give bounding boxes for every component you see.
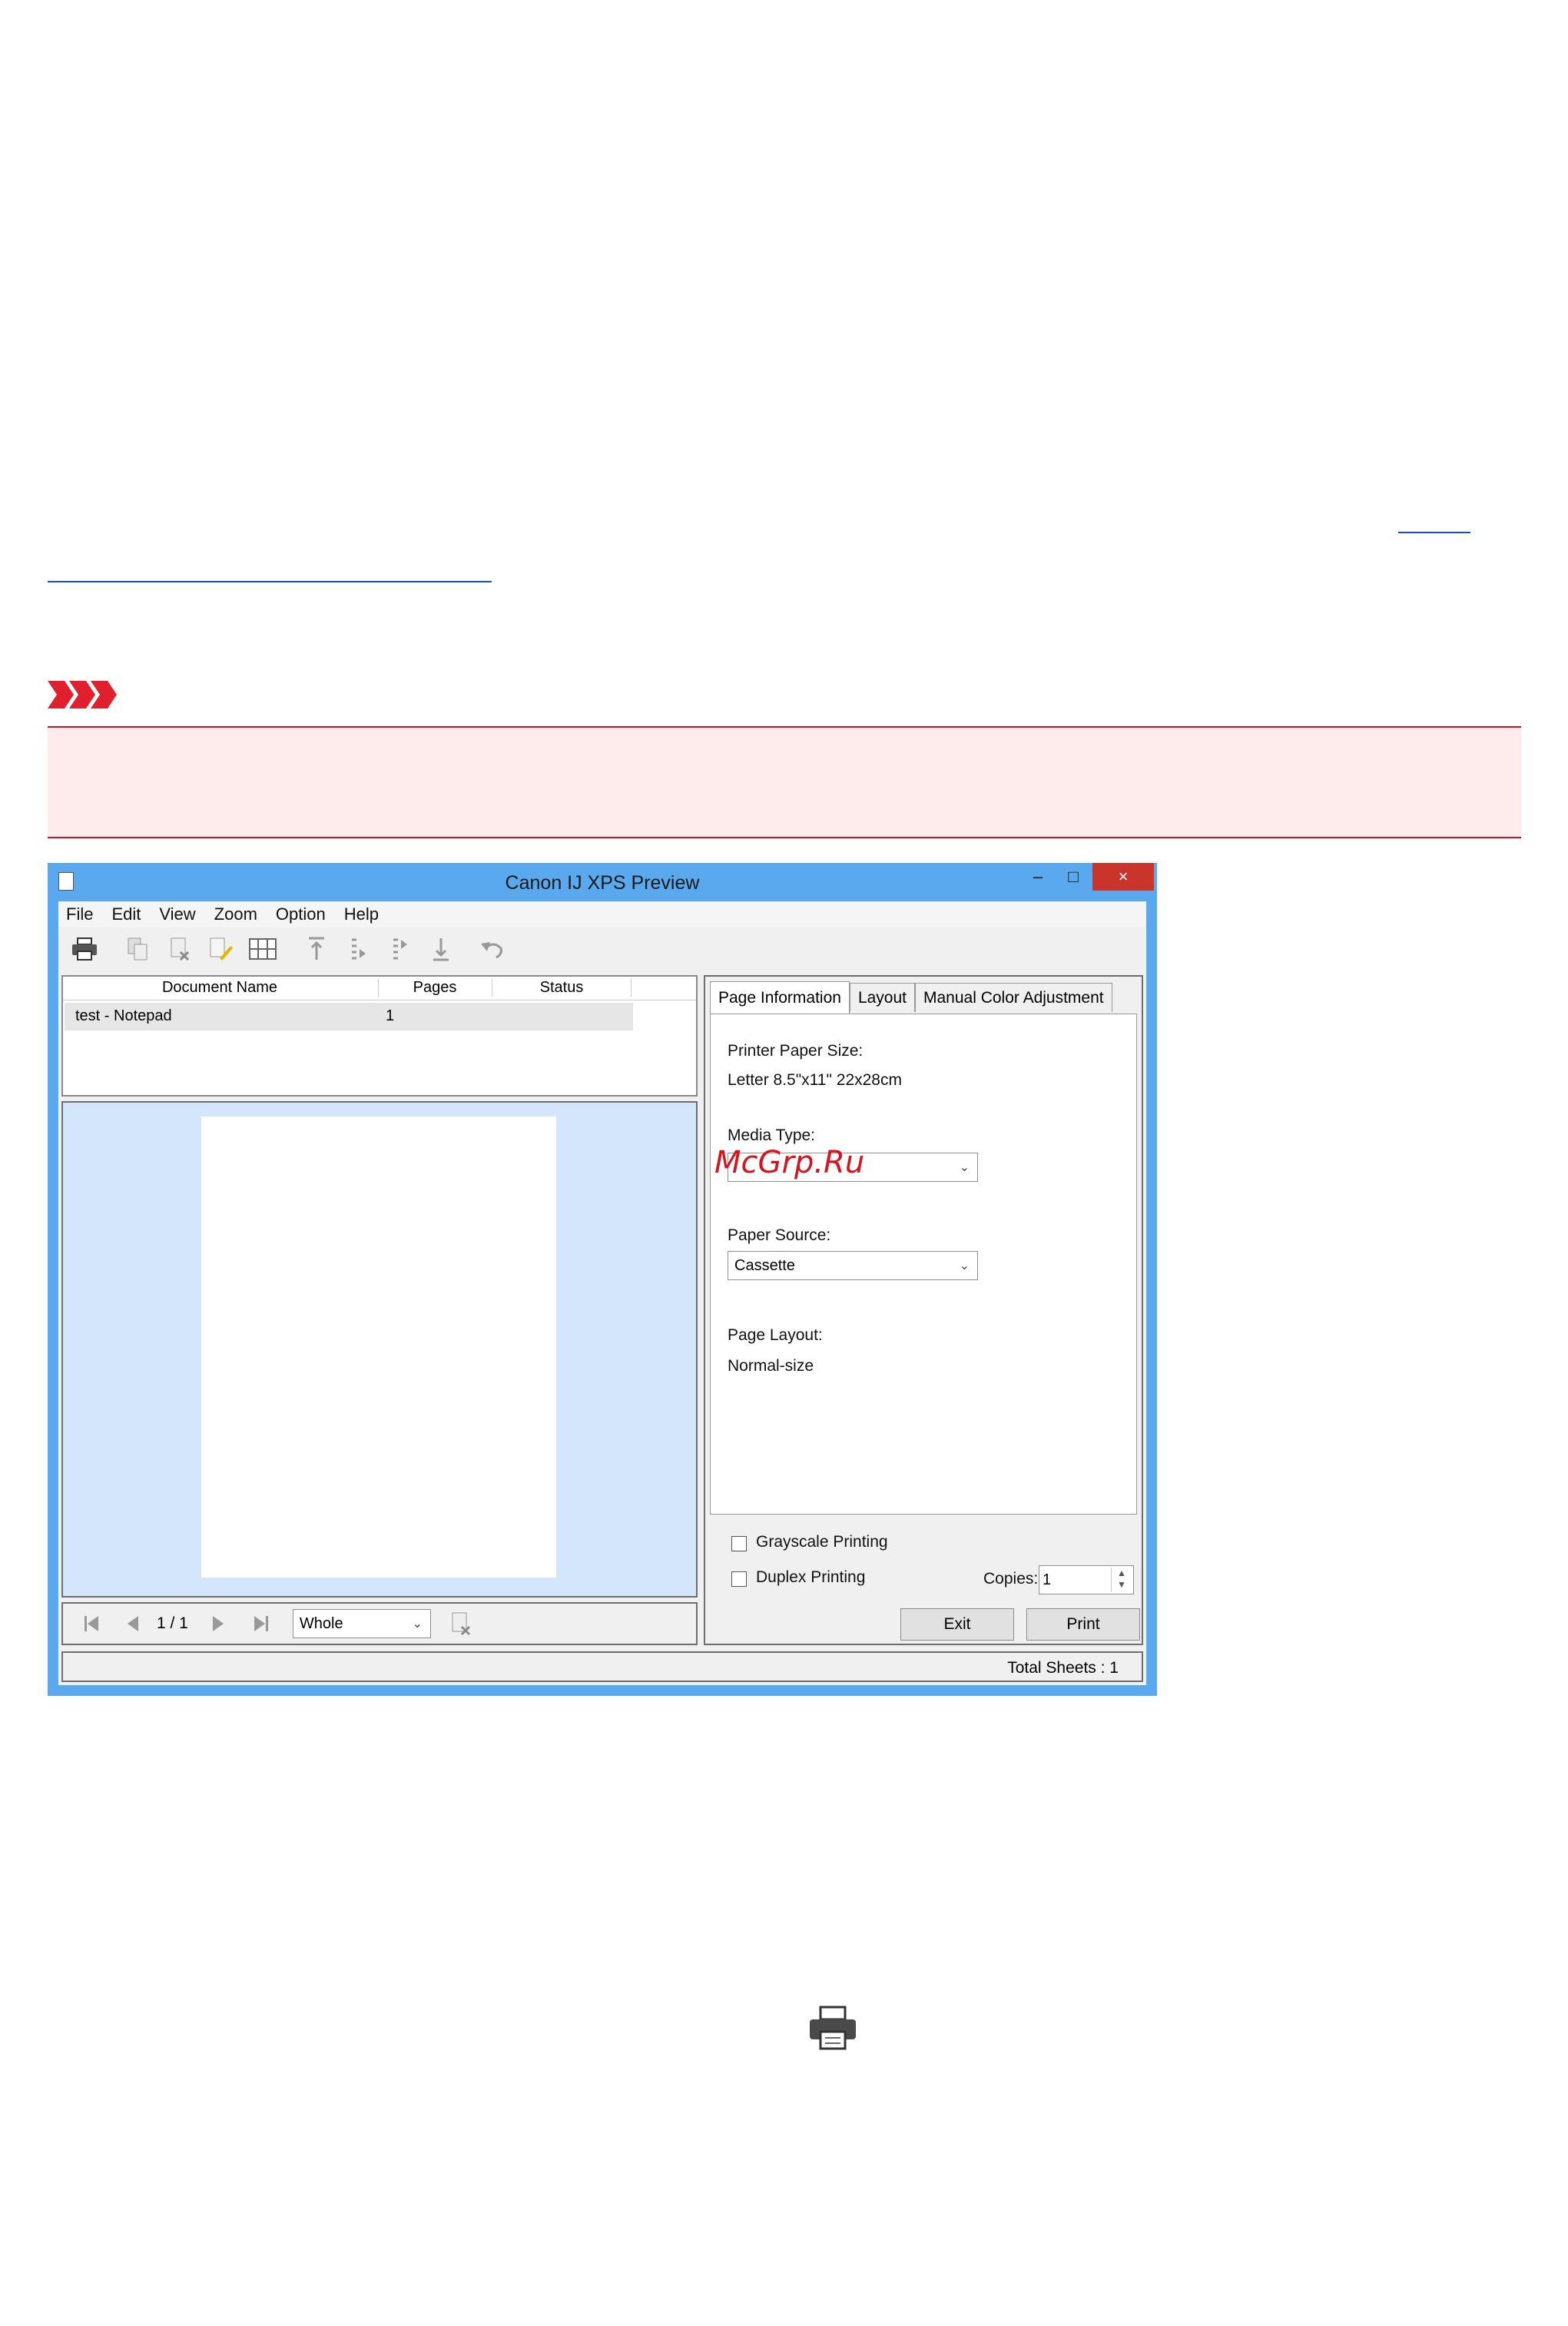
chevron-down-icon: ⌄: [959, 1161, 970, 1174]
edit-page-icon[interactable]: [206, 934, 237, 964]
menu-edit[interactable]: Edit: [111, 904, 141, 924]
first-page-icon[interactable]: [78, 1611, 104, 1637]
delete-page-icon[interactable]: [164, 934, 195, 964]
tab-layout[interactable]: Layout: [849, 983, 915, 1012]
media-type-label: Media Type:: [728, 1127, 816, 1144]
important-note-box: [48, 726, 1521, 838]
watermark: McGrp.Ru: [714, 1145, 865, 1180]
delete-page-icon[interactable]: [448, 1611, 474, 1637]
menu-help[interactable]: Help: [344, 904, 379, 924]
column-pages[interactable]: Pages: [378, 979, 491, 997]
preview-window: Canon IJ XPS Preview – □ × File Edit Vie…: [48, 863, 1157, 1696]
menu-bar: File Edit View Zoom Option Help: [58, 901, 1146, 927]
window-title: Canon IJ XPS Preview: [505, 872, 700, 894]
printer-icon[interactable]: [69, 934, 100, 964]
zoom-select[interactable]: Whole ⌄: [292, 1609, 431, 1638]
title-bar[interactable]: Canon IJ XPS Preview – □ ×: [48, 863, 1157, 901]
exit-button[interactable]: Exit: [900, 1608, 1014, 1641]
toolbar: [58, 929, 1146, 969]
column-status[interactable]: Status: [492, 979, 632, 997]
paper-source-value: Cassette: [734, 1256, 795, 1274]
last-page-icon[interactable]: [248, 1611, 274, 1637]
link-underline-2[interactable]: [48, 581, 492, 582]
document-list: Document Name Pages Status test - Notepa…: [61, 975, 698, 1097]
preview-area[interactable]: [61, 1101, 698, 1598]
tab-manual-color-adjustment[interactable]: Manual Color Adjustment: [915, 983, 1112, 1012]
copy-page-icon[interactable]: [123, 934, 154, 964]
pages-cell: 1: [386, 1007, 395, 1024]
page-navigation-bar: 1 / 1 Whole ⌄: [61, 1602, 698, 1645]
chevron-down-icon: ⌄: [412, 1618, 423, 1631]
paper-size-label: Printer Paper Size:: [728, 1042, 864, 1060]
tab-page-information[interactable]: Page Information: [710, 981, 850, 1014]
minimize-button[interactable]: –: [1020, 863, 1056, 891]
copies-value: 1: [1043, 1571, 1052, 1588]
client-area: File Edit View Zoom Option Help Document…: [58, 901, 1146, 1685]
paper-source-label: Paper Source:: [728, 1226, 831, 1244]
total-sheets: Total Sheets : 1: [1007, 1659, 1119, 1677]
chevron-down-icon: ⌄: [959, 1259, 970, 1272]
duplex-checkbox[interactable]: [731, 1571, 747, 1587]
menu-file[interactable]: File: [66, 904, 93, 924]
document-list-header: Document Name Pages Status: [63, 977, 696, 1000]
menu-option[interactable]: Option: [276, 904, 326, 924]
duplex-label[interactable]: Duplex Printing: [756, 1568, 865, 1587]
paper-source-select[interactable]: Cassette ⌄: [728, 1251, 978, 1280]
copies-stepper[interactable]: 1 ▲ ▼: [1039, 1565, 1134, 1594]
important-icon: [48, 679, 121, 714]
document-name-cell: test - Notepad: [75, 1007, 172, 1024]
grayscale-label[interactable]: Grayscale Printing: [756, 1533, 888, 1551]
menu-view[interactable]: View: [159, 904, 195, 924]
page-information-panel: Printer Paper Size: Letter 8.5"x11" 22x2…: [710, 1014, 1137, 1515]
stepper-arrows-icon[interactable]: ▲ ▼: [1111, 1568, 1132, 1592]
copies-label: Copies:: [983, 1570, 1039, 1588]
table-row[interactable]: test - Notepad 1: [65, 1003, 633, 1030]
next-page-icon[interactable]: [205, 1611, 231, 1637]
link-underline-1[interactable]: [1398, 532, 1470, 533]
close-button[interactable]: ×: [1092, 863, 1154, 891]
page-indicator: 1 / 1: [157, 1614, 188, 1632]
page-preview: [201, 1117, 556, 1578]
settings-tabs: Page Information Layout Manual Color Adj…: [710, 981, 1112, 1014]
status-bar: Total Sheets : 1: [61, 1651, 1143, 1682]
print-button[interactable]: Print: [1026, 1608, 1140, 1641]
menu-zoom[interactable]: Zoom: [214, 904, 257, 924]
move-down-icon[interactable]: [384, 934, 415, 964]
previous-page-icon[interactable]: [120, 1611, 146, 1637]
zoom-select-value: Whole: [299, 1614, 343, 1632]
paper-size-value: Letter 8.5"x11" 22x28cm: [728, 1071, 902, 1089]
column-document-name[interactable]: Document Name: [63, 979, 376, 997]
move-up-icon[interactable]: [343, 934, 373, 964]
grayscale-checkbox[interactable]: [731, 1536, 747, 1551]
printer-icon: [808, 2006, 857, 2056]
undo-icon[interactable]: [476, 934, 507, 964]
maximize-button[interactable]: □: [1056, 863, 1091, 891]
page-layout-value: Normal-size: [728, 1357, 814, 1375]
settings-panel: Page Information Layout Manual Color Adj…: [704, 975, 1143, 1645]
move-to-first-icon[interactable]: [301, 934, 332, 964]
move-to-last-icon[interactable]: [426, 934, 456, 964]
page-layout-label: Page Layout:: [728, 1326, 823, 1344]
thumbnail-icon[interactable]: [247, 934, 278, 964]
